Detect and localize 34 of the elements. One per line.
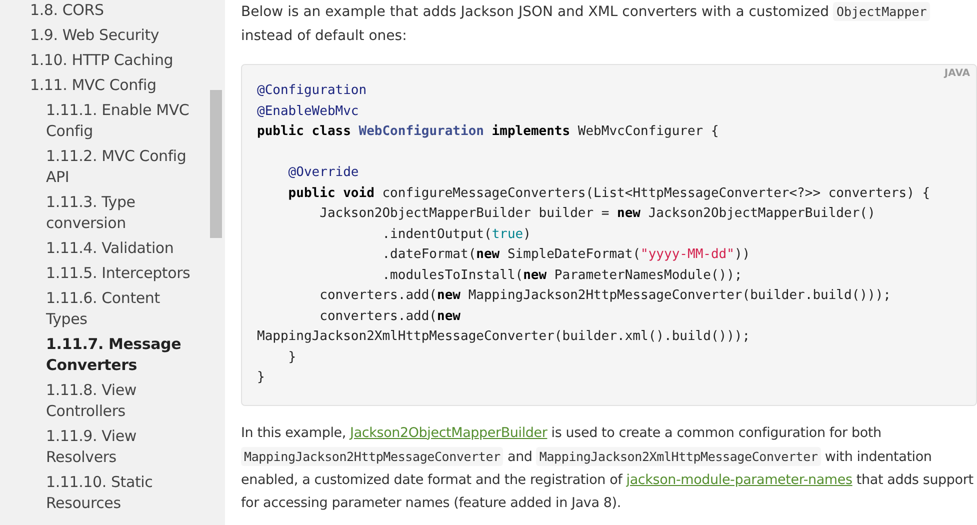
code-line: }	[257, 369, 266, 387]
toc-link[interactable]: 1.11.4. Validation	[30, 238, 205, 259]
toc-link[interactable]: 1.11.2. MVC Config API	[30, 146, 205, 188]
intro-paragraph: Below is an example that adds Jackson JSON and XML converters with a customized ObjectMapper instead of default ones:	[241, 0, 977, 48]
code-line: MappingJackson2XmlHttpMessageConverter(builder.xml().build()));	[257, 328, 752, 346]
code-line: public class WebConfiguration implements WebMvcConfigurer {	[257, 123, 720, 141]
code-line: }	[287, 348, 298, 366]
code-line: public void configureMessageConverters(List<HttpMessageConverter<?>> converters) {	[287, 184, 932, 202]
toc-link[interactable]: 1.11.7. Message Converters	[30, 334, 205, 376]
code-line: .indentOutput(true)	[381, 226, 532, 244]
toc-link[interactable]: 1.11.10. Static Resources	[30, 472, 205, 514]
code-line: @EnableWebMvc	[257, 102, 360, 120]
code-line: converters.add(new	[318, 308, 462, 326]
toc-link[interactable]: 1.11.5. Interceptors	[30, 263, 205, 284]
toc-link[interactable]: 1.11.1. Enable MVC Config	[30, 100, 205, 142]
code-line: @Override	[287, 164, 360, 182]
code-line: .modulesToInstall(new ParameterNamesModule());	[381, 266, 744, 284]
description-paragraph: In this example, Jackson2ObjectMapperBuilder is used to create a common configuration for both MappingJackson2HttpMessageConverter and MappingJackson2XmlHttpMessageConverter with indentation enabled, a customized date format and the registration of jackson-module-parameter-names that adds support for accessing parameter names (feature added in Java 8).	[241, 424, 974, 512]
code-line: .dateFormat(new SimpleDateFormat("yyyy-MM-dd"))	[381, 246, 752, 264]
doc-link[interactable]: jackson-module-parameter-names	[626, 472, 852, 488]
code-line: converters.add(new MappingJackson2HttpMessageConverter(builder.build()));	[318, 287, 892, 305]
toc-link[interactable]: 1.11.6. Content Types	[30, 288, 205, 330]
code-line: @Configuration	[257, 82, 368, 100]
toc-link[interactable]: 1.11.3. Type conversion	[30, 192, 205, 234]
toc-link[interactable]: 1.11. MVC Config	[30, 75, 205, 96]
toc-link[interactable]: 1.11.8. View Controllers	[30, 380, 205, 422]
toc-link[interactable]: 1.9. Web Security	[30, 25, 205, 46]
language-label: JAVA	[944, 68, 970, 79]
scrollbar-thumb[interactable]	[210, 90, 222, 238]
toc-link[interactable]: 1.8. CORS	[30, 0, 205, 21]
toc-link[interactable]: 1.10. HTTP Caching	[30, 50, 205, 71]
code-line: Jackson2ObjectMapperBuilder builder = new Jackson2ObjectMapperBuilder()	[318, 205, 876, 223]
doc-link[interactable]: Jackson2ObjectMapperBuilder	[350, 424, 548, 440]
toc-link[interactable]: 1.11.9. View Resolvers	[30, 426, 205, 468]
